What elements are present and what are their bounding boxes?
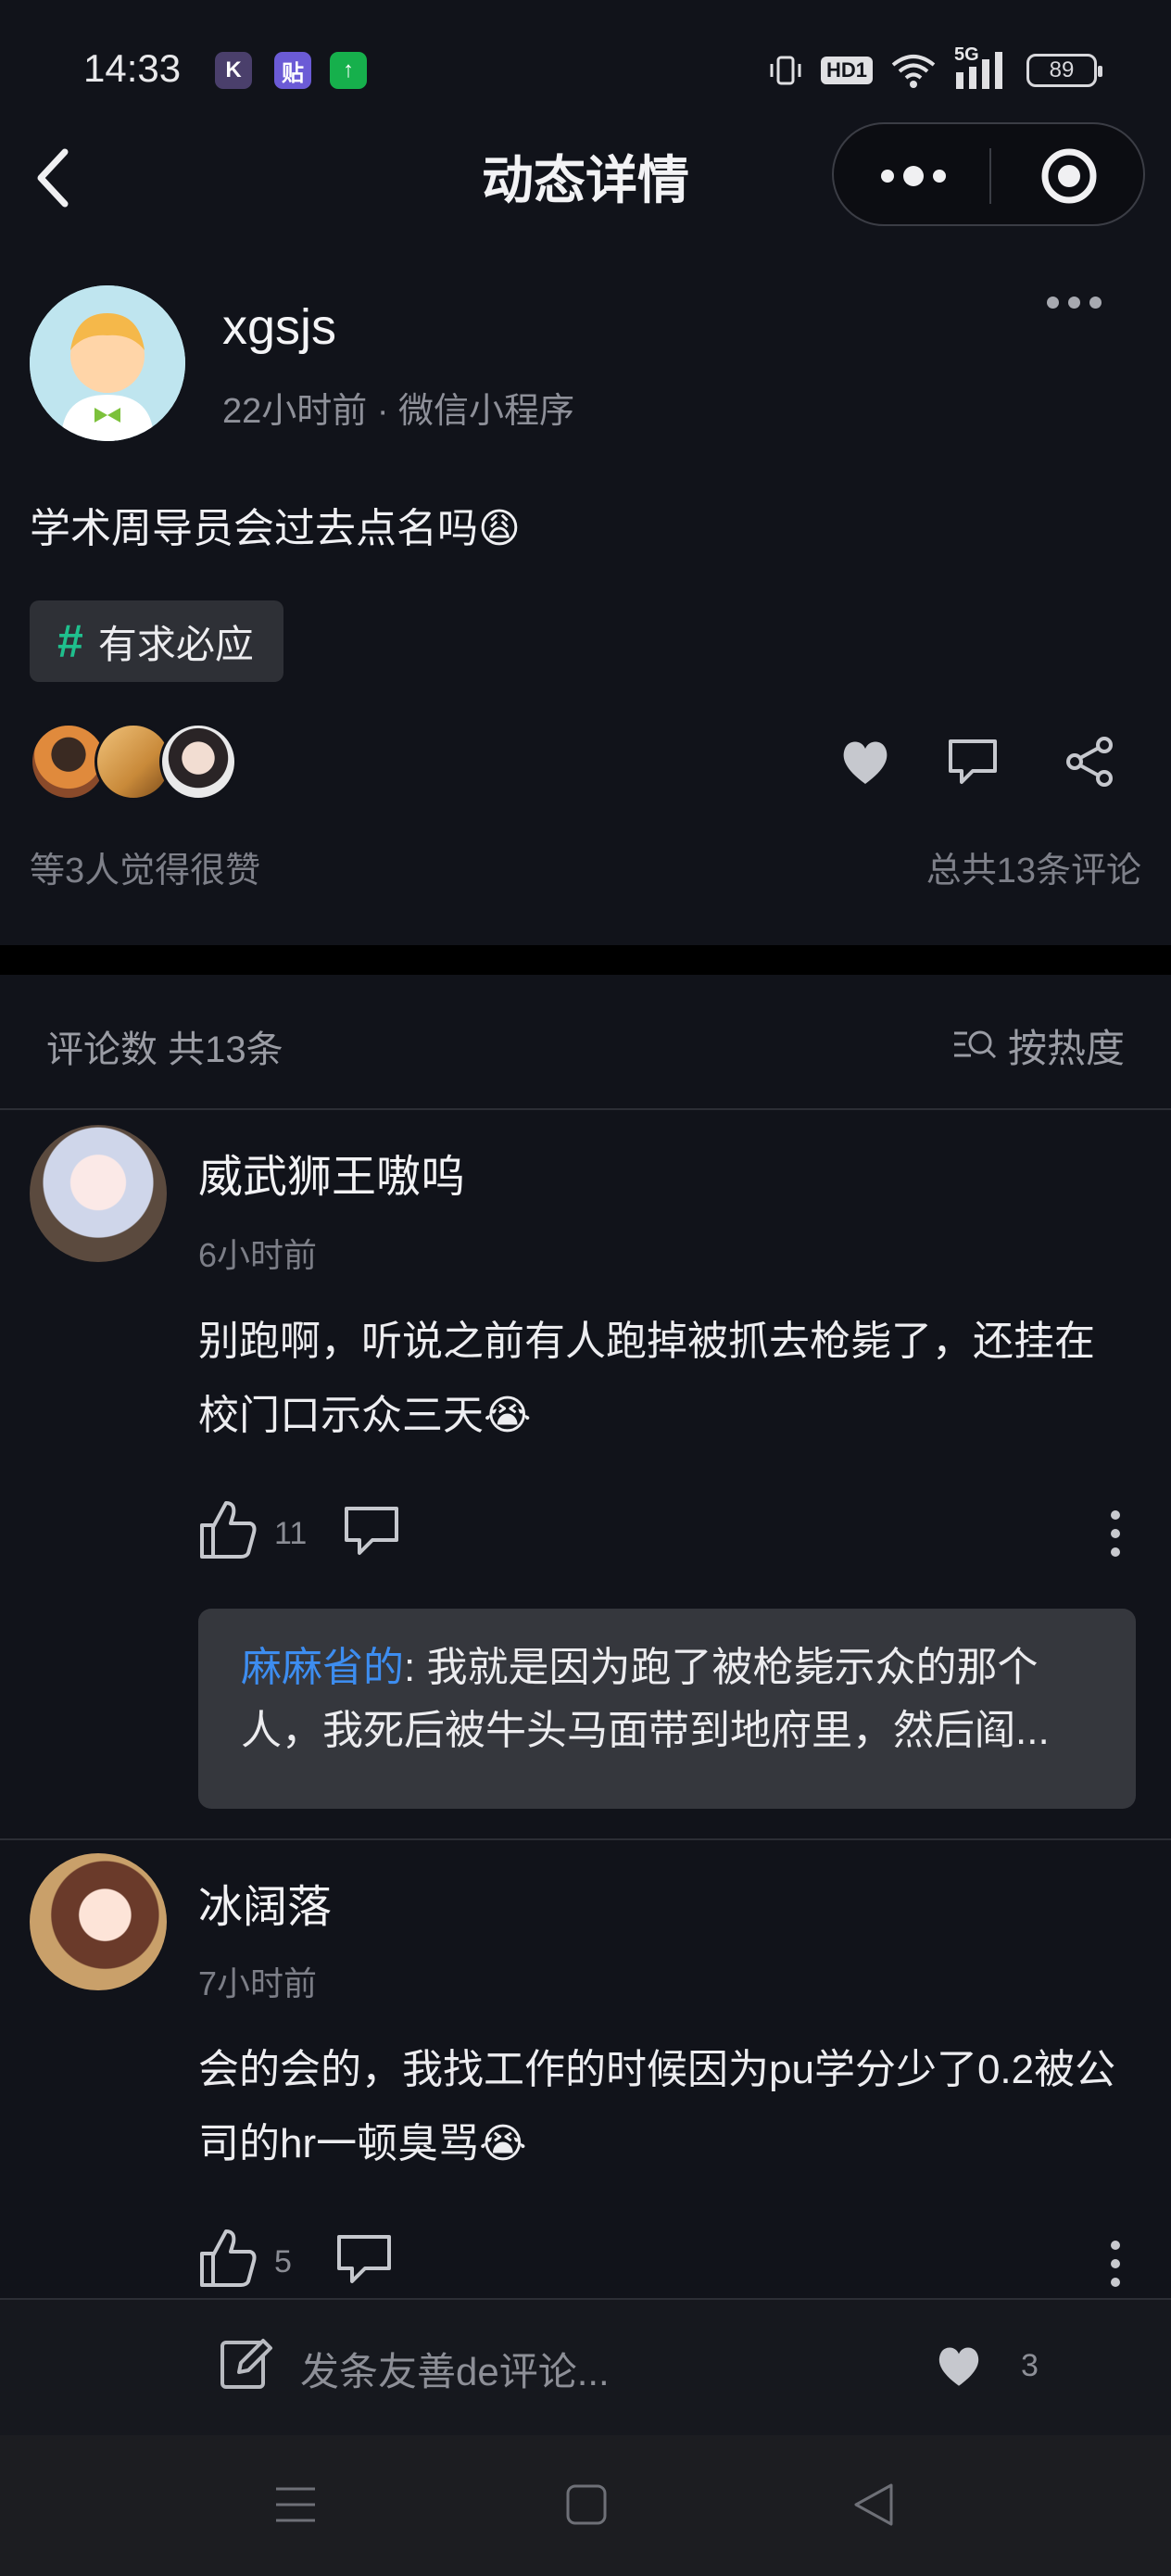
liker-avatar[interactable] — [159, 723, 237, 801]
system-navigation-bar — [0, 2435, 1171, 2576]
like-heart-icon[interactable] — [836, 732, 895, 791]
topic-tag-label: 有求必应 — [97, 622, 254, 666]
kuake-app-icon: K — [215, 52, 252, 89]
upload-glyph: ↑ — [343, 57, 354, 82]
reply-icon[interactable] — [335, 2229, 397, 2291]
home-icon[interactable] — [565, 2483, 608, 2526]
post-text: 学术周导员会过去点名吗😩 — [30, 506, 521, 551]
sort-label: 按热度 — [1007, 1027, 1125, 1070]
reply-icon[interactable] — [343, 1501, 404, 1562]
sort-button[interactable]: 按热度 — [952, 1017, 1125, 1074]
divider — [0, 1838, 1171, 1840]
comment-text: 会的会的，我找工作的时候因为pu学分少了0.2被公司的hr一顿臭骂😭 — [198, 2047, 1116, 2166]
battery-level: 89 — [1049, 57, 1075, 82]
back-triangle-icon[interactable] — [852, 2481, 895, 2528]
topic-tag[interactable]: # 有求必应 — [30, 600, 283, 682]
comment-time: 6小时前 — [198, 1236, 318, 1274]
comment-more-icon[interactable] — [1108, 1510, 1123, 1557]
likes-summary[interactable]: 等3人觉得很赞 — [30, 841, 260, 892]
comment-input[interactable]: 发条友善de评论... — [300, 2341, 610, 2397]
commenter-name[interactable]: 冰阔落 — [198, 1870, 332, 1935]
bottom-heart-icon[interactable] — [932, 2339, 986, 2393]
hash-icon: # — [57, 615, 83, 667]
comment-time: 7小时前 — [198, 1964, 318, 2002]
divider — [0, 1108, 1171, 1110]
commenter-avatar[interactable] — [30, 1853, 167, 1990]
capsule-divider — [989, 148, 991, 204]
status-indicators: HD1 5G 89 — [767, 44, 1102, 91]
status-time: 14:33 — [83, 46, 182, 90]
close-miniprogram-icon[interactable] — [1039, 146, 1099, 206]
commenter-name[interactable]: 威武狮王嗷呜 — [198, 1140, 465, 1205]
comment-text: 别跑啊，听说之前有人跑掉被抓去枪毙了，还挂在校门口示众三天😭 — [198, 1319, 1095, 1438]
upload-app-icon: ↑ — [330, 52, 367, 89]
menu-icon[interactable] — [274, 2483, 317, 2526]
sort-search-icon — [953, 1030, 997, 1058]
more-options-icon[interactable] — [1047, 297, 1102, 309]
comment-icon[interactable] — [945, 732, 1004, 791]
cellular-signal-icon: 5G — [954, 44, 1010, 91]
edit-icon[interactable] — [219, 2335, 274, 2391]
kuake-glyph: K — [225, 57, 242, 82]
thumbs-up-icon[interactable] — [198, 1499, 259, 1560]
hd-icon: HD1 — [820, 57, 873, 84]
post-meta: 22小时前 · 微信小程序 — [222, 392, 575, 431]
battery-icon: 89 — [1026, 54, 1102, 87]
author-username[interactable]: xgsjs — [222, 298, 336, 356]
commenter-avatar[interactable] — [30, 1125, 167, 1262]
comment-count-header: 评论数 共13条 — [46, 1029, 283, 1070]
comment-more-icon[interactable] — [1108, 2241, 1123, 2287]
section-divider — [0, 945, 1171, 975]
comments-total: 总共13条评论 — [925, 852, 1141, 890]
author-avatar[interactable] — [30, 285, 185, 441]
thumbs-up-icon[interactable] — [198, 2228, 259, 2289]
menu-dots-icon[interactable] — [876, 158, 951, 195]
tieba-app-icon: 贴 — [274, 52, 311, 89]
vibrate-icon — [770, 56, 801, 85]
share-icon[interactable] — [1060, 732, 1119, 791]
wifi-icon — [891, 55, 936, 88]
reply-preview[interactable]: 麻麻省的: 我就是因为跑了被枪毙示众的那个人，我死后被牛头马面带到地府里，然后阎… — [198, 1609, 1136, 1809]
reply-author[interactable]: 麻麻省的 — [241, 1645, 404, 1690]
miniprogram-capsule — [832, 122, 1145, 226]
heart-count: 3 — [1021, 2348, 1039, 2383]
tieba-glyph: 贴 — [282, 60, 304, 86]
like-count: 5 — [274, 2244, 292, 2279]
like-count: 11 — [274, 1516, 308, 1551]
